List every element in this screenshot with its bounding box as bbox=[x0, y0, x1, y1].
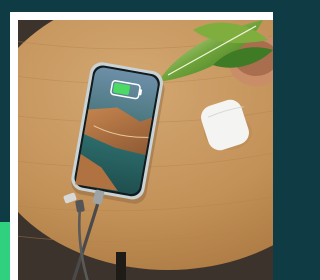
accent-strip bbox=[0, 222, 10, 280]
product-photo bbox=[18, 20, 273, 280]
photo-card bbox=[10, 12, 273, 280]
table-leg bbox=[116, 252, 126, 280]
